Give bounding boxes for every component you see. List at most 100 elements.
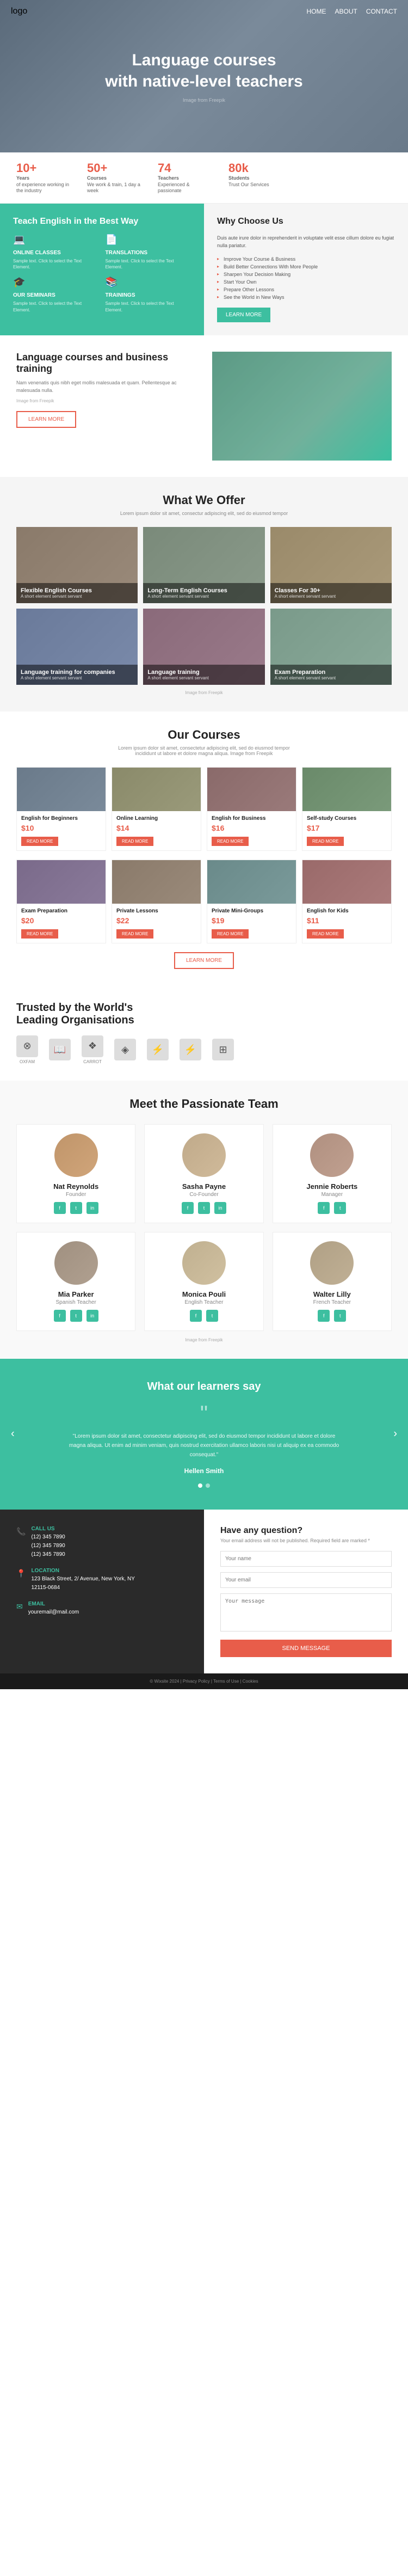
phone-icon: 📞	[16, 1527, 26, 1536]
course-5-price: $20	[21, 916, 101, 925]
email-input[interactable]	[220, 1572, 392, 1588]
mia-facebook-icon[interactable]: f	[54, 1310, 66, 1322]
stat-teachers-number: 74	[158, 161, 212, 175]
teach-grid: 💻 ONLINE CLASSES Sample text. Click to s…	[13, 234, 191, 313]
course-card-7: Private Mini-Groups $19 READ MORE	[207, 860, 296, 943]
mia-twitter-icon[interactable]: t	[70, 1310, 82, 1322]
sasha-avatar-image	[182, 1133, 226, 1177]
course-card-4: Self-study Courses $17 READ MORE	[302, 767, 392, 851]
navigation: logo HOME ABOUT CONTACT	[0, 0, 408, 23]
nav-about[interactable]: ABOUT	[335, 8, 357, 15]
course-4-info: Self-study Courses $17 READ MORE	[302, 811, 391, 850]
course-6-button[interactable]: READ MORE	[116, 929, 153, 939]
monica-facebook-icon[interactable]: f	[190, 1310, 202, 1322]
course-8-button[interactable]: READ MORE	[307, 929, 344, 939]
teach-right: Why Choose Us Duis aute irure dolor in r…	[204, 204, 408, 335]
testimonial-next-button[interactable]: ›	[393, 1428, 397, 1440]
jennie-facebook-icon[interactable]: f	[318, 1202, 330, 1214]
contact-email-details: EMAIL youremail@mail.com	[28, 1601, 79, 1617]
course-2-title: Online Learning	[116, 815, 196, 821]
sasha-twitter-icon[interactable]: t	[198, 1202, 210, 1214]
testimonial-dot-1[interactable]	[198, 1483, 202, 1488]
location-label: LOCATION	[31, 1568, 134, 1574]
course-1-title: English for Beginners	[21, 815, 101, 821]
walter-facebook-icon[interactable]: f	[318, 1310, 330, 1322]
monica-avatar-image	[182, 1241, 226, 1285]
nat-twitter-icon[interactable]: t	[70, 1202, 82, 1214]
online-classes-title: ONLINE CLASSES	[13, 250, 99, 256]
stat-students-number: 80k	[228, 161, 269, 175]
jennie-twitter-icon[interactable]: t	[334, 1202, 346, 1214]
testimonial-title: What our learners say	[33, 1381, 375, 1393]
submit-button[interactable]: SEND MESSAGE	[220, 1640, 392, 1657]
contact-section: 📞 CALL US (12) 345 7890 (12) 345 7890 (1…	[0, 1510, 408, 1673]
why-bullets: Improve Your Course & Business Build Bet…	[217, 255, 395, 301]
course-4-button[interactable]: READ MORE	[307, 837, 344, 846]
location-icon: 📍	[16, 1569, 26, 1578]
course-3-image	[207, 768, 296, 811]
logo-7-icon: ⊞	[212, 1039, 234, 1060]
course-7-image	[207, 860, 296, 904]
nav-home[interactable]: HOME	[307, 8, 326, 15]
training-right	[212, 352, 392, 461]
mia-linkedin-icon[interactable]: in	[86, 1310, 98, 1322]
logo-6: ⚡	[180, 1039, 201, 1060]
trusted-title: Trusted by the World'sLeading Organisati…	[16, 1002, 392, 1027]
teach-item-translations: 📄 TRANSLATIONS Sample text. Click to sel…	[106, 234, 191, 270]
training-image	[212, 352, 392, 461]
offer-card-3-sub: A short element servant servant	[275, 594, 387, 599]
stat-years: 10+ Yearsof experience working in the in…	[16, 161, 71, 194]
testimonial-dot-2[interactable]	[206, 1483, 210, 1488]
contact-location-details: LOCATION 123 Black Street, 2/ Avenue, Ne…	[31, 1568, 134, 1592]
courses-learn-more-container: LEARN MORE	[16, 952, 392, 969]
logo-6-icon: ⚡	[180, 1039, 201, 1060]
nat-facebook-icon[interactable]: f	[54, 1202, 66, 1214]
logo-oxfam: ⊗ OXFAM	[16, 1035, 38, 1064]
course-3-info: English for Business $16 READ MORE	[207, 811, 296, 850]
team-member-mia: Mia Parker Spanish Teacher f t in	[16, 1232, 135, 1331]
email-value: youremail@mail.com	[28, 1608, 79, 1617]
courses-learn-more-button[interactable]: LEARN MORE	[174, 952, 234, 969]
course-3-button[interactable]: READ MORE	[212, 837, 249, 846]
mia-avatar	[54, 1241, 98, 1285]
course-5-title: Exam Preparation	[21, 908, 101, 914]
sasha-facebook-icon[interactable]: f	[182, 1202, 194, 1214]
testimonial-author: Hellen Smith	[33, 1467, 375, 1475]
quote-icon: "	[33, 1402, 375, 1426]
online-classes-icon: 💻	[13, 234, 99, 246]
course-2-button[interactable]: READ MORE	[116, 837, 153, 846]
training-learn-more-button[interactable]: LEARN MORE	[16, 411, 76, 428]
message-input[interactable]	[220, 1593, 392, 1632]
why-learn-more-button[interactable]: LEARN MORE	[217, 308, 270, 322]
nat-linkedin-icon[interactable]: in	[86, 1202, 98, 1214]
offer-card-6: Exam Preparation A short element servant…	[270, 609, 392, 685]
email-field-container	[220, 1572, 392, 1588]
monica-twitter-icon[interactable]: t	[206, 1310, 218, 1322]
stat-courses: 50+ CoursesWe work & train, 1 day a week	[87, 161, 141, 194]
online-classes-desc: Sample text. Click to select the Text El…	[13, 258, 99, 270]
course-1-button[interactable]: READ MORE	[21, 837, 58, 846]
course-7-button[interactable]: READ MORE	[212, 929, 249, 939]
name-field-container	[220, 1551, 392, 1567]
nav-contact[interactable]: CONTACT	[366, 8, 397, 15]
mia-avatar-image	[54, 1241, 98, 1285]
course-5-button[interactable]: READ MORE	[21, 929, 58, 939]
sasha-linkedin-icon[interactable]: in	[214, 1202, 226, 1214]
course-8-title: English for Kids	[307, 908, 387, 914]
name-input[interactable]	[220, 1551, 392, 1567]
phone-1: (12) 345 7890	[31, 1533, 65, 1542]
course-3-title: English for Business	[212, 815, 292, 821]
why-bullet-3: Sharpen Your Decision Making	[217, 271, 395, 278]
walter-twitter-icon[interactable]: t	[334, 1310, 346, 1322]
courses-title: Our Courses	[16, 728, 392, 742]
what-offer-subtitle: Lorem ipsum dolor sit amet, consectur ad…	[16, 511, 392, 516]
team-member-monica: Monica Pouli English Teacher f t	[144, 1232, 263, 1331]
team-grid: Nat Reynolds Founder f t in Sasha Payne …	[16, 1124, 392, 1331]
stat-students: 80k StudentsTrust Our Services	[228, 161, 269, 194]
testimonial-prev-button[interactable]: ‹	[11, 1428, 15, 1440]
nat-role: Founder	[26, 1192, 126, 1198]
logo-2-icon: 📖	[49, 1039, 71, 1060]
seminars-title: OUR SEMINARS	[13, 292, 99, 298]
trainings-desc: Sample text. Click to select the Text El…	[106, 300, 191, 312]
course-3-price: $16	[212, 824, 292, 832]
